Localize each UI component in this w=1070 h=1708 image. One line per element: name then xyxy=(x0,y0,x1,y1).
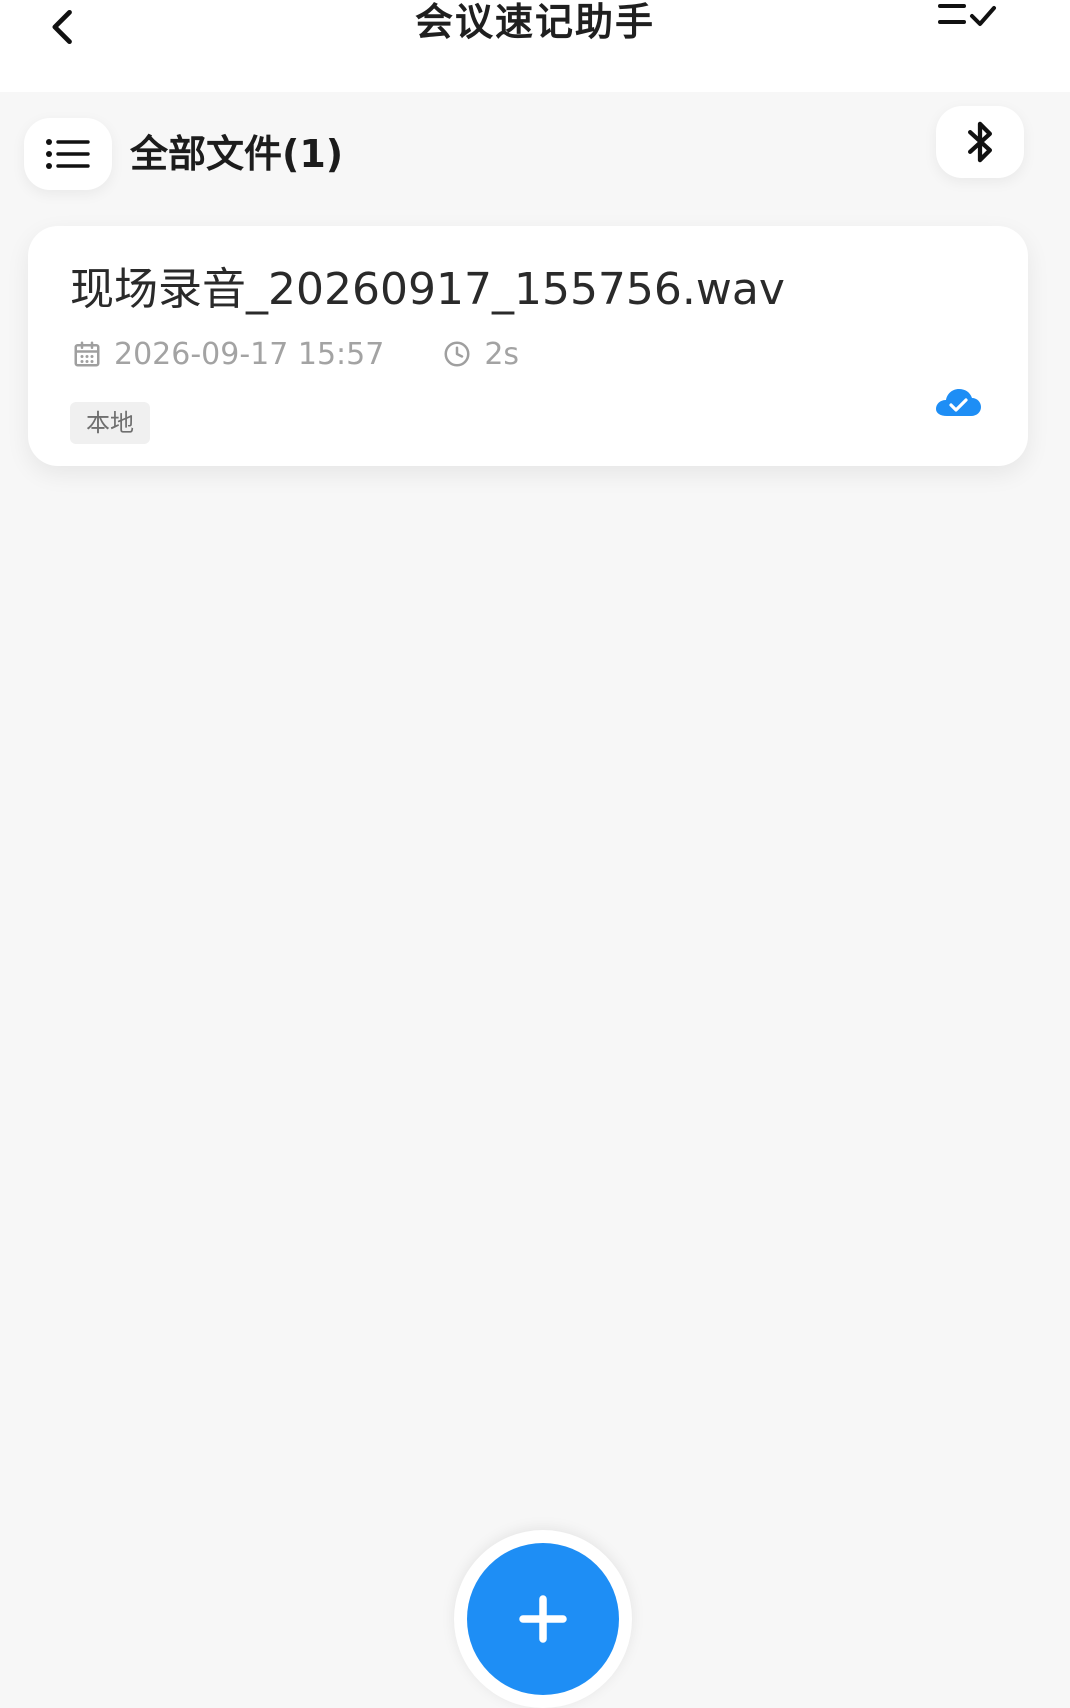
file-list-item[interactable]: 现场录音_20260917_155756.wav 2026-09-17 15:5… xyxy=(28,226,1028,466)
cloud-check-icon xyxy=(936,389,981,416)
app-header: 会议速记助手 xyxy=(0,0,1070,92)
file-meta: 2026-09-17 15:57 2s xyxy=(72,334,519,374)
list-check-icon xyxy=(938,4,996,26)
plus-icon xyxy=(519,1595,567,1643)
folder-menu-button[interactable] xyxy=(24,118,112,190)
folder-title[interactable]: 全部文件(1) xyxy=(130,124,343,184)
add-recording-button[interactable] xyxy=(467,1543,619,1695)
sync-status[interactable] xyxy=(934,386,982,420)
clock-icon xyxy=(444,341,470,367)
file-date: 2026-09-17 15:57 xyxy=(72,337,384,372)
calendar-icon xyxy=(74,341,100,367)
file-duration: 2s xyxy=(442,337,519,372)
page-title: 会议速记助手 xyxy=(414,0,655,44)
file-duration-text: 2s xyxy=(484,336,520,372)
list-icon xyxy=(46,139,90,169)
bluetooth-button[interactable] xyxy=(936,106,1024,178)
bluetooth-icon xyxy=(968,121,992,163)
multiselect-button[interactable] xyxy=(934,0,1004,40)
file-date-text: 2026-09-17 15:57 xyxy=(114,336,385,372)
storage-tag: 本地 xyxy=(70,402,150,444)
filter-row: 全部文件(1) xyxy=(24,106,1024,194)
add-button-wrapper xyxy=(454,1530,632,1708)
file-name: 现场录音_20260917_155756.wav xyxy=(70,264,785,315)
